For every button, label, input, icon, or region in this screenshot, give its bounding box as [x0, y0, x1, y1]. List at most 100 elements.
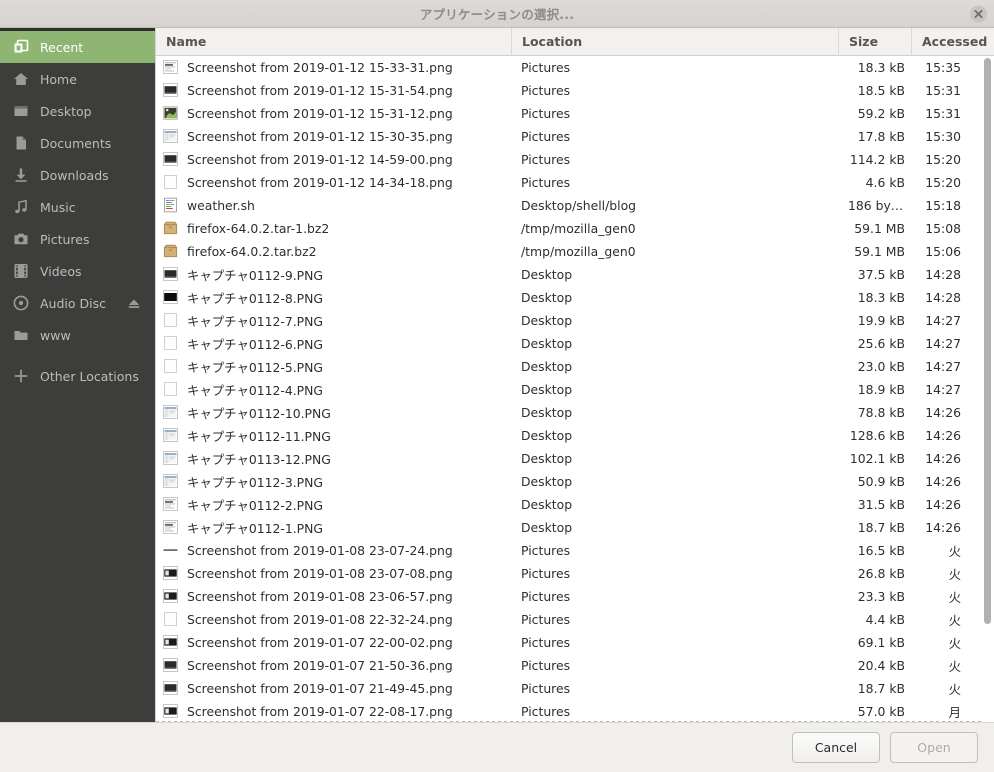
cell-size: 18.3 kB [838, 290, 911, 305]
cell-location: Pictures [511, 83, 838, 98]
close-icon[interactable] [970, 5, 987, 22]
sidebar-item-label: Videos [40, 264, 82, 279]
table-row[interactable]: キャプチャ0112-10.PNGDesktop78.8 kB14:26 [156, 401, 994, 424]
table-row[interactable]: Screenshot from 2019-01-08 22-32-24.pngP… [156, 608, 994, 631]
cell-name: キャプチャ0112-4.PNG [156, 381, 511, 399]
sidebar-item-label: www [40, 328, 71, 343]
file-name: Screenshot from 2019-01-12 14-34-18.png [187, 175, 453, 190]
table-row[interactable]: Screenshot from 2019-01-07 22-00-02.pngP… [156, 631, 994, 654]
table-row[interactable]: キャプチャ0112-4.PNGDesktop18.9 kB14:27 [156, 378, 994, 401]
cell-location: /tmp/mozilla_gen0 [511, 221, 838, 236]
table-row[interactable]: Screenshot from 2019-01-12 14-59-00.pngP… [156, 148, 994, 171]
cell-name: Screenshot from 2019-01-12 15-33-31.png [156, 59, 511, 76]
cell-accessed: 14:28 [911, 267, 979, 282]
table-row[interactable]: キャプチャ0112-2.PNGDesktop31.5 kB14:26 [156, 493, 994, 516]
table-row[interactable]: Screenshot from 2019-01-12 15-30-35.pngP… [156, 125, 994, 148]
cell-location: Pictures [511, 658, 838, 673]
table-row[interactable]: firefox-64.0.2.tar-1.bz2/tmp/mozilla_gen… [156, 217, 994, 240]
table-row[interactable]: キャプチャ0112-5.PNGDesktop23.0 kB14:27 [156, 355, 994, 378]
table-row[interactable]: firefox-64.0.2.tar.bz2/tmp/mozilla_gen05… [156, 240, 994, 263]
cell-location: Desktop [511, 359, 838, 374]
file-name: Screenshot from 2019-01-07 22-00-02.png [187, 635, 453, 650]
cell-accessed: 14:28 [911, 290, 979, 305]
cell-accessed: 火 [911, 611, 979, 629]
file-name: キャプチャ0112-4.PNG [187, 381, 323, 399]
table-row[interactable]: Screenshot from 2019-01-12 14-34-18.pngP… [156, 171, 994, 194]
column-header-location[interactable]: Location [511, 28, 838, 56]
sidebar-item-documents[interactable]: Documents [0, 127, 155, 159]
sidebar-item-label: Other Locations [40, 369, 139, 384]
sidebar-item-recent[interactable]: Recent [0, 31, 155, 63]
table-row[interactable]: キャプチャ0113-12.PNGDesktop102.1 kB14:26 [156, 447, 994, 470]
cell-accessed: 火 [911, 542, 979, 560]
sidebar-item-other-locations[interactable]: Other Locations [0, 360, 155, 392]
cell-location: Pictures [511, 704, 838, 719]
sidebar-item-desktop[interactable]: Desktop [0, 95, 155, 127]
cell-location: Pictures [511, 106, 838, 121]
cell-accessed: 15:20 [911, 152, 979, 167]
cell-size: 17.8 kB [838, 129, 911, 144]
sidebar-item-videos[interactable]: Videos [0, 255, 155, 287]
file-name: Screenshot from 2019-01-08 23-07-08.png [187, 566, 453, 581]
sidebar-item-home[interactable]: Home [0, 63, 155, 95]
table-row[interactable]: キャプチャ0112-11.PNGDesktop128.6 kB14:26 [156, 424, 994, 447]
table-row[interactable]: Screenshot from 2019-01-07 22-08-17.pngP… [156, 700, 994, 721]
table-row[interactable]: キャプチャ0112-3.PNGDesktop50.9 kB14:26 [156, 470, 994, 493]
table-row[interactable]: Screenshot from 2019-01-08 23-07-08.pngP… [156, 562, 994, 585]
cancel-button[interactable]: Cancel [792, 732, 880, 763]
column-header-name[interactable]: Name [156, 28, 511, 56]
sidebar-item-pictures[interactable]: Pictures [0, 223, 155, 255]
sidebar-item-audio-disc[interactable]: Audio Disc [0, 287, 155, 319]
image-thumb-blank-icon [162, 611, 179, 628]
vertical-scrollbar[interactable] [981, 56, 994, 722]
image-thumb-blank-icon [162, 381, 179, 398]
cell-location: Pictures [511, 60, 838, 75]
cell-name: Screenshot from 2019-01-08 23-06-57.png [156, 588, 511, 605]
table-row[interactable]: キャプチャ0112-8.PNGDesktop18.3 kB14:28 [156, 286, 994, 309]
cell-name: Screenshot from 2019-01-07 21-50-36.png [156, 657, 511, 674]
cell-location: Desktop/shell/blog [511, 198, 838, 213]
column-header-size[interactable]: Size [838, 28, 911, 56]
home-icon [12, 71, 29, 88]
cell-size: 59.1 MB [838, 244, 911, 259]
table-row[interactable]: キャプチャ0112-7.PNGDesktop19.9 kB14:27 [156, 309, 994, 332]
table-row[interactable]: Screenshot from 2019-01-08 23-06-57.pngP… [156, 585, 994, 608]
image-thumb-dark-icon [162, 657, 179, 674]
table-row[interactable]: キャプチャ0112-9.PNGDesktop37.5 kB14:28 [156, 263, 994, 286]
table-row[interactable]: Screenshot from 2019-01-07 21-49-45.pngP… [156, 677, 994, 700]
file-name: キャプチャ0112-3.PNG [187, 473, 323, 491]
cell-accessed: 火 [911, 680, 979, 698]
image-thumb-window-icon [162, 427, 179, 444]
cell-location: Desktop [511, 336, 838, 351]
disc-icon [12, 295, 29, 312]
cell-location: Desktop [511, 290, 838, 305]
image-thumb-blank-icon [162, 358, 179, 375]
table-row[interactable]: Screenshot from 2019-01-07 21-50-36.png P… [156, 654, 994, 677]
table-row[interactable]: Screenshot from 2019-01-12 15-33-31.pngP… [156, 56, 994, 79]
file-name: Screenshot from 2019-01-07 21-50-36.png [187, 658, 453, 673]
table-row[interactable]: キャプチャ0112-6.PNGDesktop25.6 kB14:27 [156, 332, 994, 355]
cell-accessed: 15:18 [911, 198, 979, 213]
table-row[interactable]: Screenshot from 2019-01-12 15-31-54.pngP… [156, 79, 994, 102]
column-header-accessed[interactable]: Accessed [911, 28, 979, 56]
pictures-icon [12, 231, 29, 248]
cell-name: Screenshot from 2019-01-07 22-08-17.png [156, 703, 511, 720]
table-row[interactable]: Screenshot from 2019-01-08 23-07-24.pngP… [156, 539, 994, 562]
table-row[interactable]: Screenshot from 2019-01-12 15-31-12.pngP… [156, 102, 994, 125]
open-button[interactable]: Open [890, 732, 978, 763]
sidebar-item-downloads[interactable]: Downloads [0, 159, 155, 191]
cell-accessed: 火 [911, 588, 979, 606]
sidebar-item-music[interactable]: Music [0, 191, 155, 223]
file-name: キャプチャ0112-6.PNG [187, 335, 323, 353]
eject-icon[interactable] [127, 297, 141, 310]
scrollbar-thumb[interactable] [984, 58, 991, 624]
cell-size: 19.9 kB [838, 313, 911, 328]
image-thumb-window-icon [162, 404, 179, 421]
file-name: firefox-64.0.2.tar-1.bz2 [187, 221, 329, 236]
sidebar-item-www[interactable]: www [0, 319, 155, 351]
table-row[interactable]: キャプチャ0112-1.PNGDesktop18.7 kB14:26 [156, 516, 994, 539]
cell-location: Desktop [511, 520, 838, 535]
cell-location: Pictures [511, 543, 838, 558]
table-row[interactable]: weather.shDesktop/shell/blog186 bytes15:… [156, 194, 994, 217]
sidebar-separator [0, 351, 155, 360]
